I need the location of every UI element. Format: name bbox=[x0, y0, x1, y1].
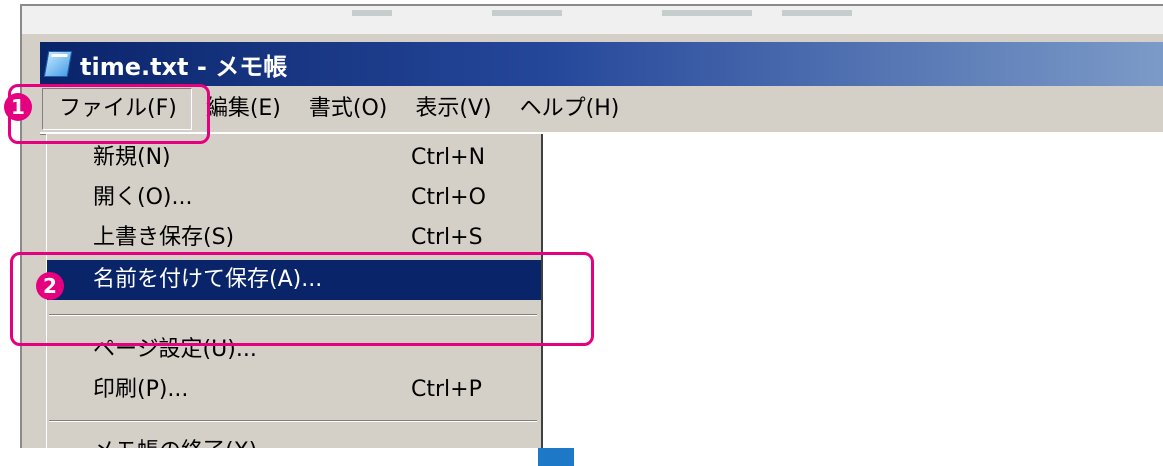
step1-badge: 1 bbox=[4, 93, 32, 121]
menu-item-label: 開く(O)... bbox=[93, 185, 193, 210]
menu-item-print[interactable]: 印刷(P)... Ctrl+P bbox=[47, 370, 541, 410]
menu-item-label: メモ帳の終了(X) bbox=[93, 432, 257, 448]
step1-highlight-box bbox=[8, 84, 210, 144]
menu-item-new[interactable]: 新規(N) Ctrl+N bbox=[47, 138, 541, 178]
menu-item-shortcut: Ctrl+P bbox=[411, 377, 482, 402]
menu-view[interactable]: 表示(V) bbox=[401, 89, 505, 129]
step2-badge: 2 bbox=[36, 272, 64, 300]
menu-separator bbox=[49, 420, 537, 422]
menu-help[interactable]: ヘルプ(H) bbox=[506, 89, 634, 129]
menu-item-open[interactable]: 開く(O)... Ctrl+O bbox=[47, 178, 541, 218]
step2-highlight-box bbox=[10, 252, 594, 346]
menu-item-label: 新規(N) bbox=[93, 145, 171, 170]
window-title: time.txt - メモ帳 bbox=[80, 52, 288, 81]
menu-item-label: 印刷(P)... bbox=[93, 377, 189, 402]
menu-item-exit[interactable]: メモ帳の終了(X) bbox=[47, 432, 541, 448]
background-taskbar-strip bbox=[22, 6, 1163, 34]
notepad-icon bbox=[43, 51, 73, 77]
menu-format[interactable]: 書式(O) bbox=[295, 89, 401, 129]
screenshot-frame: time.txt - メモ帳 ファイル(F) 編集(E) 書式(O) 表示(V)… bbox=[20, 4, 1163, 448]
text-editor-area[interactable] bbox=[540, 134, 1163, 448]
title-bar[interactable]: time.txt - メモ帳 bbox=[40, 42, 1163, 86]
menu-item-shortcut: Ctrl+N bbox=[411, 145, 486, 170]
menu-item-shortcut: Ctrl+O bbox=[411, 185, 486, 210]
page-marker bbox=[538, 448, 574, 466]
